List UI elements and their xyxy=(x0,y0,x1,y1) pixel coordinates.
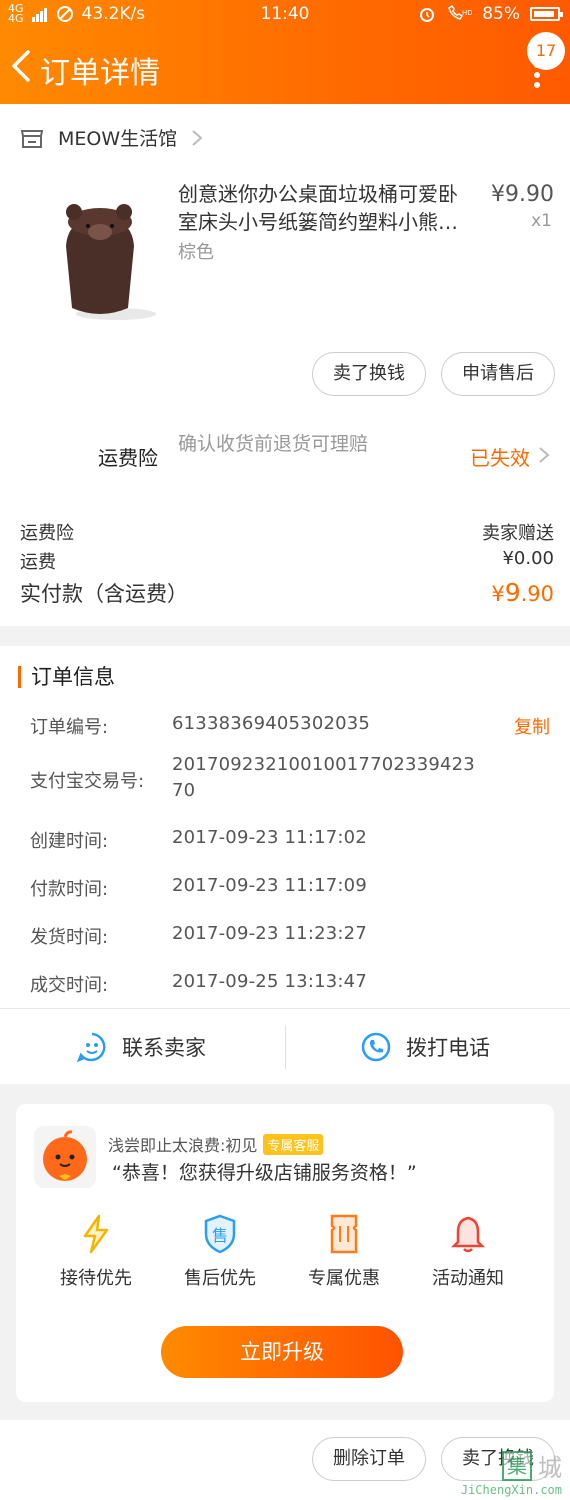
paid-time-label: 付款时间: xyxy=(30,879,109,900)
fee-row: 运费险 卖家赠送 xyxy=(20,519,554,545)
paid-int: 9 xyxy=(504,578,521,607)
battery-percent: 85% xyxy=(482,4,520,24)
perk-label: 售后优先 xyxy=(184,1268,256,1289)
back-arrow-icon[interactable] xyxy=(6,46,40,86)
perk-priority-reception[interactable]: 接待优先 xyxy=(36,1214,156,1290)
fee-row: 运费 ¥0.00 xyxy=(20,548,554,574)
shipped-time-value: 2017-09-23 11:23:27 xyxy=(172,923,367,944)
watermark-url: JiChengXin.com xyxy=(460,1483,562,1497)
paid-dec: .90 xyxy=(520,582,554,606)
sell-button[interactable]: 卖了换钱 xyxy=(312,352,426,396)
shipping-insurance-status[interactable]: 已失效 xyxy=(470,442,530,471)
divider xyxy=(285,1025,286,1069)
order-number-value: 61338369405302035 xyxy=(172,713,371,734)
shop-name: MEOW生活馆 xyxy=(58,128,178,150)
product-spec: 棕色 xyxy=(178,242,214,263)
paid-time-value: 2017-09-23 11:17:09 xyxy=(172,875,367,896)
fee-value: 卖家赠送 xyxy=(482,523,554,544)
service-upgrade-card: 浅尝即止太浪费:初见 专属客服 “恭喜！您获得升级店铺服务资格！” 接待优先 售… xyxy=(16,1104,554,1402)
product-quantity: x1 xyxy=(531,211,552,231)
alipay-trade-label: 支付宝交易号: xyxy=(30,771,145,792)
shipped-time-label: 发货时间: xyxy=(30,927,109,948)
promo-user-name: 浅尝即止太浪费:初见 xyxy=(108,1136,258,1155)
perk-label: 接待优先 xyxy=(60,1268,132,1289)
battery-icon xyxy=(530,7,563,21)
fee-label: 运费险 xyxy=(20,523,74,544)
coupon-icon xyxy=(330,1214,358,1254)
order-number-label: 订单编号: xyxy=(30,717,109,738)
phone-icon xyxy=(361,1032,391,1062)
site-watermark: 集 城 JiChengXin.com xyxy=(461,1448,562,1497)
copy-button[interactable]: 复制 xyxy=(514,713,550,739)
order-info-title: 订单信息 xyxy=(18,666,115,688)
contact-seller-label: 联系卖家 xyxy=(122,1036,206,1060)
lightning-icon xyxy=(83,1214,109,1254)
alipay-trade-value: 2017092321001001770233942370 xyxy=(172,754,475,801)
message-count-badge[interactable]: 17 xyxy=(527,32,565,70)
product-title[interactable]: 创意迷你办公桌面垃圾桶可爱卧室床头小号纸篓简约塑料小熊… xyxy=(178,180,470,236)
paid-symbol: ¥ xyxy=(491,582,505,606)
created-time-value: 2017-09-23 11:17:02 xyxy=(172,827,367,848)
status-bar: 4G 4G 43.2K/s 11:40 HD 85% xyxy=(0,0,570,30)
shield-icon: 售 xyxy=(204,1214,236,1254)
perk-label: 专属优惠 xyxy=(308,1268,380,1289)
paid-label: 实付款（含运费） xyxy=(20,582,188,606)
paid-amount: ¥9.90 xyxy=(491,578,554,608)
alarm-icon xyxy=(420,8,435,22)
exclusive-service-tag: 专属客服 xyxy=(263,1133,324,1155)
product-price: ¥9.90 xyxy=(491,182,554,207)
app-header: 4G 4G 43.2K/s 11:40 HD 85% 订单详情 17 xyxy=(0,0,570,104)
contact-seller-button[interactable]: 联系卖家 xyxy=(76,1009,206,1085)
fee-value: ¥0.00 xyxy=(502,548,554,569)
after-sale-button[interactable]: 申请售后 xyxy=(441,352,555,396)
shipping-insurance-desc: 确认收货前退货可理赔 xyxy=(178,433,369,455)
perk-priority-aftersale[interactable]: 售 售后优先 xyxy=(160,1214,280,1290)
completed-time-value: 2017-09-25 13:13:47 xyxy=(172,971,367,992)
nav-bar: 订单详情 17 xyxy=(0,32,570,98)
chevron-right-icon xyxy=(192,129,203,146)
hd-call-icon: HD xyxy=(448,5,472,20)
perk-event-notice[interactable]: 活动通知 xyxy=(408,1214,528,1290)
created-time-label: 创建时间: xyxy=(30,831,109,852)
svg-text:HD: HD xyxy=(462,9,472,17)
paid-row: 实付款（含运费） ¥9.90 xyxy=(20,578,554,608)
call-phone-button[interactable]: 拨打电话 xyxy=(360,1009,490,1085)
mascot-avatar xyxy=(34,1126,96,1188)
watermark-logo: 集 xyxy=(502,1450,532,1481)
fee-label: 运费 xyxy=(20,552,56,573)
shipping-insurance-label: 运费险 xyxy=(98,446,158,470)
promo-message: “恭喜！您获得升级店铺服务资格！” xyxy=(112,1162,417,1184)
watermark-text: 城 xyxy=(538,1454,562,1482)
shop-link[interactable]: MEOW生活馆 xyxy=(20,124,203,151)
completed-time-label: 成交时间: xyxy=(30,975,109,996)
delete-order-button[interactable]: 删除订单 xyxy=(312,1437,426,1481)
chat-face-icon xyxy=(76,1032,106,1063)
promo-user: 浅尝即止太浪费:初见 专属客服 xyxy=(108,1132,324,1156)
bell-icon xyxy=(451,1216,485,1253)
perk-exclusive-discount[interactable]: 专属优惠 xyxy=(284,1214,404,1290)
perk-label: 活动通知 xyxy=(432,1268,504,1289)
upgrade-now-button[interactable]: 立即升级 xyxy=(161,1326,403,1378)
store-icon xyxy=(20,129,44,148)
shield-char: 售 xyxy=(212,1226,228,1245)
call-phone-label: 拨打电话 xyxy=(406,1036,490,1060)
contact-bar: 联系卖家 拨打电话 xyxy=(0,1008,570,1084)
chevron-right-icon[interactable] xyxy=(538,446,550,464)
page-title: 订单详情 xyxy=(40,56,160,91)
product-image[interactable] xyxy=(44,188,160,324)
